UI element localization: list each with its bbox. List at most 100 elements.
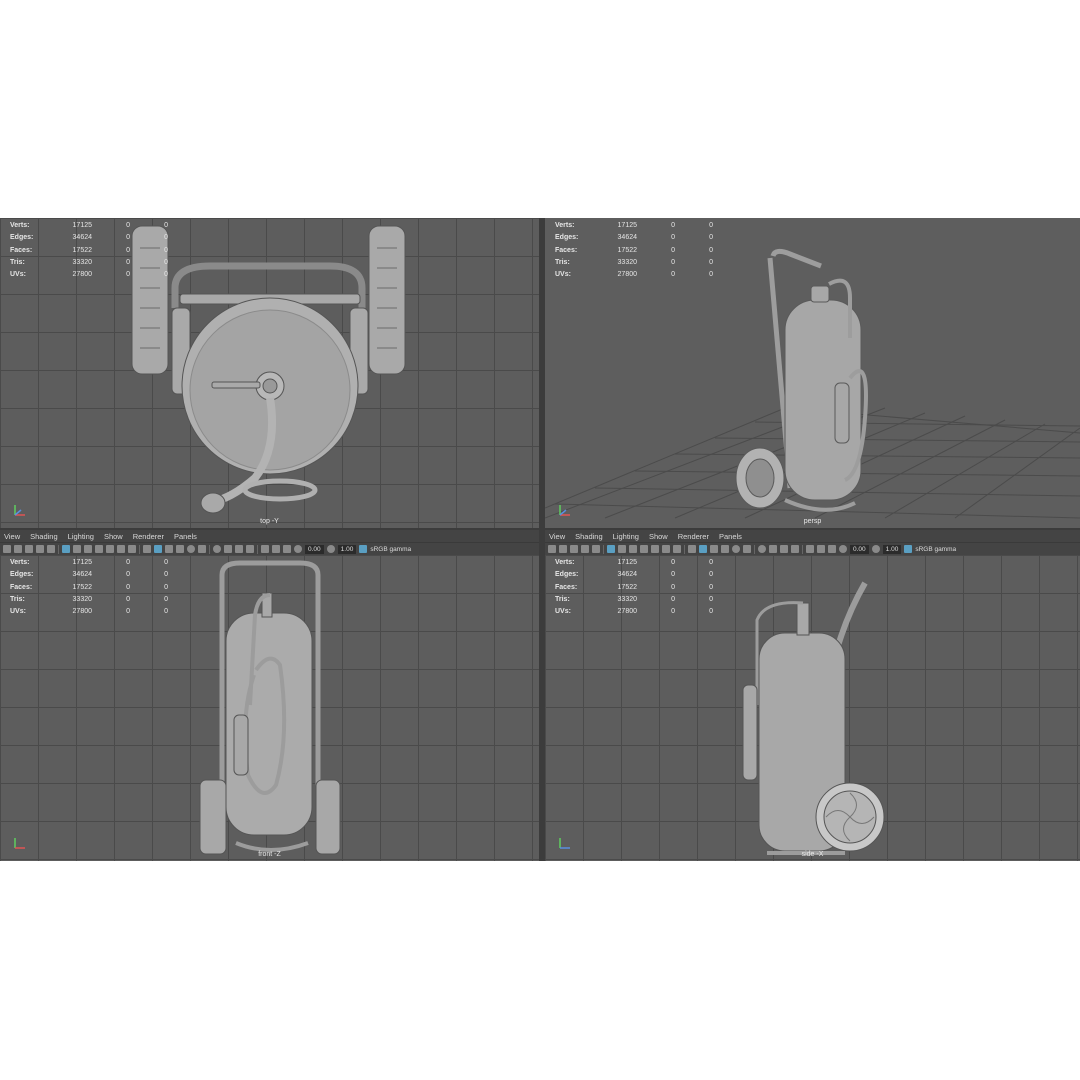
poly-stats-hud: Verts: 17125 0 0 Edges: 34624 0 0 Faces: 17522 0… — [10, 220, 168, 281]
anti-aliasing-icon[interactable] — [780, 545, 788, 553]
menu-view[interactable]: View — [549, 532, 565, 541]
film-gate-icon[interactable] — [618, 545, 626, 553]
gamma-field[interactable]: 1.00 — [337, 544, 357, 554]
stat-zero: 0 — [126, 571, 130, 579]
grid-icon[interactable] — [607, 545, 615, 553]
xray-icon[interactable] — [817, 545, 825, 553]
camera-label-front: front -Z — [258, 851, 281, 858]
viewport-persp-pane[interactable]: Verts: 17125 0 0 Edges: 34624 0 0 Faces: 17522 0… — [545, 218, 1080, 528]
gamma-icon — [871, 545, 880, 553]
safe-action-icon[interactable] — [117, 545, 125, 553]
stat-zero: 0 — [671, 271, 675, 279]
bookmark-icon[interactable] — [25, 545, 33, 553]
menu-panels[interactable]: Panels — [719, 532, 742, 541]
image-plane-icon[interactable] — [581, 545, 589, 553]
tumble-icon[interactable] — [592, 545, 600, 553]
shaded-icon[interactable] — [154, 545, 162, 553]
menu-show[interactable]: Show — [104, 532, 123, 541]
textured-icon[interactable] — [176, 545, 184, 553]
isolate-icon[interactable] — [261, 545, 269, 553]
image-plane-icon[interactable] — [36, 545, 44, 553]
stat-label-tris: Tris: — [10, 595, 25, 603]
xray-joints-icon[interactable] — [828, 545, 836, 553]
wireframe-on-shaded-icon[interactable] — [710, 545, 718, 553]
ambient-occlusion-icon[interactable] — [213, 545, 221, 553]
menu-panels[interactable]: Panels — [174, 532, 197, 541]
menu-lighting[interactable]: Lighting — [68, 532, 94, 541]
motion-blur-icon[interactable] — [224, 545, 232, 553]
color-space-label[interactable]: sRGB gamma — [915, 546, 956, 553]
viewport-front-pane[interactable]: View Shading Lighting Show Renderer Pane… — [0, 530, 539, 861]
depth-of-field-icon[interactable] — [246, 545, 254, 553]
menu-shading[interactable]: Shading — [30, 532, 58, 541]
viewport-front[interactable]: Verts: 17125 0 0 Edges: 34624 0 0 Faces: 17522 0… — [0, 555, 539, 861]
field-chart-icon[interactable] — [651, 545, 659, 553]
menu-shading[interactable]: Shading — [575, 532, 603, 541]
depth-of-field-icon[interactable] — [791, 545, 799, 553]
gate-mask-icon[interactable] — [95, 545, 103, 553]
color-space-icon[interactable] — [904, 545, 913, 553]
stat-zero: 0 — [126, 595, 130, 603]
stat-zero: 0 — [671, 583, 675, 591]
viewport-side-pane[interactable]: View Shading Lighting Show Renderer Pane… — [545, 530, 1080, 861]
stat-value-tris: 33320 — [617, 595, 637, 603]
shadows-icon[interactable] — [743, 545, 751, 553]
color-space-icon[interactable] — [359, 545, 368, 553]
safe-title-icon[interactable] — [128, 545, 136, 553]
color-space-label[interactable]: sRGB gamma — [370, 546, 411, 553]
xray-icon[interactable] — [272, 545, 280, 553]
camera-icon[interactable] — [3, 545, 11, 553]
field-chart-icon[interactable] — [106, 545, 114, 553]
stat-value-faces: 17522 — [617, 583, 637, 591]
safe-action-icon[interactable] — [662, 545, 670, 553]
textured-icon[interactable] — [721, 545, 729, 553]
gamma-field[interactable]: 1.00 — [882, 544, 902, 554]
tumble-icon[interactable] — [47, 545, 55, 553]
light-icon[interactable] — [732, 545, 740, 553]
shadows-icon[interactable] — [198, 545, 206, 553]
ambient-occlusion-icon[interactable] — [758, 545, 766, 553]
wireframe-icon[interactable] — [143, 545, 151, 553]
viewport-top[interactable]: Verts: 17125 0 0 Edges: 34624 0 0 Faces: 17522 0… — [0, 218, 539, 528]
stat-zero: 0 — [164, 583, 168, 591]
camera-attr-icon[interactable] — [559, 545, 567, 553]
bookmark-icon[interactable] — [570, 545, 578, 553]
anti-aliasing-icon[interactable] — [235, 545, 243, 553]
viewport-top-pane[interactable]: Verts: 17125 0 0 Edges: 34624 0 0 Faces: 17522 0… — [0, 218, 539, 528]
stat-label-uvs: UVs: — [555, 608, 571, 616]
menu-renderer[interactable]: Renderer — [133, 532, 164, 541]
stat-zero: 0 — [709, 583, 713, 591]
resolution-gate-icon[interactable] — [629, 545, 637, 553]
stat-label-uvs: UVs: — [10, 608, 26, 616]
motion-blur-icon[interactable] — [769, 545, 777, 553]
camera-icon[interactable] — [548, 545, 556, 553]
safe-title-icon[interactable] — [673, 545, 681, 553]
viewport-persp[interactable]: Verts: 17125 0 0 Edges: 34624 0 0 Faces: 17522 0… — [545, 218, 1080, 528]
exposure-field[interactable]: 0.00 — [305, 544, 324, 554]
stat-zero: 0 — [709, 559, 713, 566]
xray-joints-icon[interactable] — [283, 545, 291, 553]
exposure-field[interactable]: 0.00 — [850, 544, 869, 554]
wireframe-on-shaded-icon[interactable] — [165, 545, 173, 553]
menu-view[interactable]: View — [4, 532, 20, 541]
shaded-icon[interactable] — [699, 545, 707, 553]
resolution-gate-icon[interactable] — [84, 545, 92, 553]
isolate-icon[interactable] — [806, 545, 814, 553]
camera-attr-icon[interactable] — [14, 545, 22, 553]
stat-value-faces: 17522 — [72, 246, 92, 254]
gate-mask-icon[interactable] — [640, 545, 648, 553]
menu-show[interactable]: Show — [649, 532, 668, 541]
menu-lighting[interactable]: Lighting — [613, 532, 639, 541]
poly-stats-hud: Verts: 17125 0 0 Edges: 34624 0 0 Faces: 17522 0… — [10, 557, 168, 618]
stat-zero: 0 — [671, 608, 675, 616]
camera-label-persp: persp — [803, 518, 822, 525]
stat-zero: 0 — [671, 595, 675, 603]
film-gate-icon[interactable] — [73, 545, 81, 553]
light-icon[interactable] — [187, 545, 195, 553]
wireframe-icon[interactable] — [688, 545, 696, 553]
stat-zero: 0 — [164, 559, 168, 566]
viewport-side[interactable]: Verts: 17125 0 0 Edges: 34624 0 0 Faces: 17522 0… — [545, 555, 1080, 861]
menu-renderer[interactable]: Renderer — [678, 532, 709, 541]
stat-label-tris: Tris: — [555, 595, 570, 603]
grid-icon[interactable] — [62, 545, 70, 553]
